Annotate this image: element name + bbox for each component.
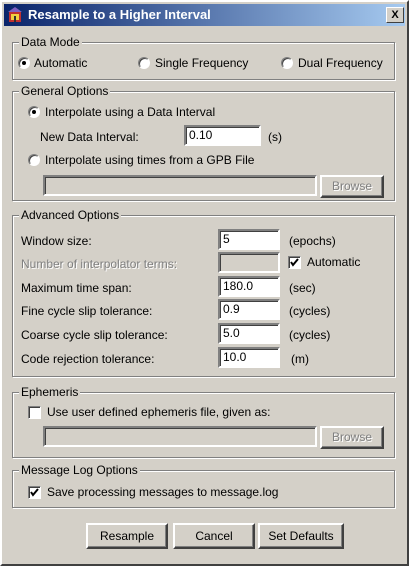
ephemeris-file-input[interactable] — [43, 426, 317, 447]
radio-dual-frequency-label: Dual Frequency — [298, 56, 383, 70]
ephemeris-legend: Ephemeris — [19, 385, 81, 399]
window-title: Resample to a Higher Interval — [28, 7, 211, 22]
save-log-checkbox-label: Save processing messages to message.log — [47, 485, 279, 499]
radio-interpolate-interval-label: Interpolate using a Data Interval — [45, 105, 216, 119]
fine-slip-input[interactable]: 0.9 — [218, 299, 280, 320]
radio-interpolate-interval-indicator[interactable] — [28, 106, 40, 118]
new-data-interval-unit: (s) — [268, 130, 282, 144]
save-log-checkbox-box[interactable] — [28, 486, 41, 499]
coarse-slip-unit: (cycles) — [289, 328, 331, 342]
ephemeris-browse-button[interactable]: Browse — [320, 426, 384, 449]
dialog-window: Resample to a Higher Interval X Data Mod… — [0, 0, 409, 566]
gpb-file-input[interactable] — [43, 175, 317, 196]
resample-button[interactable]: Resample — [86, 523, 168, 549]
automatic-checkbox-box[interactable] — [288, 256, 301, 269]
radio-dual-frequency-indicator[interactable] — [281, 57, 293, 69]
ephemeris-group: Ephemeris Use user defined ephemeris fil… — [12, 385, 395, 458]
radio-single-frequency-indicator[interactable] — [138, 57, 150, 69]
ephemeris-checkbox-box[interactable] — [28, 406, 41, 419]
new-data-interval-input[interactable]: 0.10 — [184, 125, 261, 146]
ephemeris-checkbox-label: Use user defined ephemeris file, given a… — [47, 405, 271, 419]
window-size-input[interactable]: 5 — [218, 229, 280, 250]
interpolator-terms-input[interactable] — [218, 252, 280, 273]
code-rejection-unit: (m) — [291, 352, 309, 366]
advanced-options-group: Advanced Options Window size: 5 (epochs)… — [12, 208, 395, 377]
radio-automatic-label: Automatic — [34, 56, 88, 70]
set-defaults-button[interactable]: Set Defaults — [258, 523, 344, 549]
max-time-span-unit: (sec) — [289, 281, 316, 295]
automatic-checkbox-label: Automatic — [307, 255, 361, 269]
max-time-span-label: Maximum time span: — [21, 281, 132, 295]
message-log-group: Message Log Options Save processing mess… — [12, 463, 395, 508]
radio-automatic-indicator[interactable] — [18, 57, 30, 69]
window-size-unit: (epochs) — [289, 234, 336, 248]
checkmark-icon — [290, 258, 299, 267]
advanced-options-legend: Advanced Options — [19, 208, 122, 222]
gpb-browse-button[interactable]: Browse — [320, 175, 384, 198]
general-options-group: General Options Interpolate using a Data… — [12, 84, 395, 201]
general-options-legend: General Options — [19, 84, 111, 98]
window-size-label: Window size: — [21, 234, 92, 248]
interpolator-terms-label: Number of interpolator terms: — [21, 257, 178, 271]
coarse-slip-input[interactable]: 5.0 — [218, 323, 280, 344]
app-icon — [8, 7, 22, 22]
cancel-button[interactable]: Cancel — [173, 523, 255, 549]
fine-slip-unit: (cycles) — [289, 304, 331, 318]
title-bar[interactable]: Resample to a Higher Interval X — [4, 4, 405, 26]
max-time-span-input[interactable]: 180.0 — [218, 276, 280, 297]
checkmark-icon — [30, 488, 39, 497]
fine-slip-label: Fine cycle slip tolerance: — [21, 304, 153, 318]
new-data-interval-label: New Data Interval: — [40, 130, 139, 144]
code-rejection-input[interactable]: 10.0 — [218, 347, 280, 368]
data-mode-legend: Data Mode — [19, 35, 82, 49]
code-rejection-label: Code rejection tolerance: — [21, 352, 155, 366]
radio-interpolate-gpb-label: Interpolate using times from a GPB File — [45, 153, 255, 167]
radio-single-frequency-label: Single Frequency — [155, 56, 249, 70]
close-button[interactable]: X — [386, 7, 404, 23]
message-log-legend: Message Log Options — [19, 463, 140, 477]
coarse-slip-label: Coarse cycle slip tolerance: — [21, 328, 168, 342]
radio-interpolate-gpb-indicator[interactable] — [28, 154, 40, 166]
data-mode-group: Data Mode Automatic Single Frequency Dua… — [12, 35, 395, 80]
